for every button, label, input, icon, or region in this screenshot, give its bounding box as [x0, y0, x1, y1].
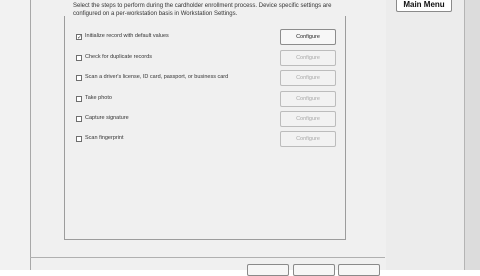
step-label: Check for duplicate records: [85, 54, 152, 60]
configure-button-fingerprint[interactable]: Configure: [280, 131, 336, 147]
step-checkbox-duplicates[interactable]: [76, 55, 82, 61]
configure-button-signature[interactable]: Configure: [280, 111, 336, 127]
enrollment-description: Select the steps to perform during the c…: [73, 3, 332, 17]
step-label: Initialize record with default values: [85, 33, 169, 39]
right-scroll-strip: [464, 0, 480, 270]
step-checkbox-fingerprint[interactable]: [76, 136, 82, 142]
step-checkbox-photo[interactable]: [76, 96, 82, 102]
step-label: Scan fingerprint: [85, 135, 124, 141]
step-label: Scan a driver's license, ID card, passpo…: [85, 74, 229, 80]
step-row-initialize: ✓ Initialize record with default values …: [73, 29, 338, 45]
main-menu-button[interactable]: Main Menu: [396, 0, 452, 12]
step-label: Take photo: [85, 95, 112, 101]
step-row-signature: Capture signature Configure: [73, 111, 338, 127]
step-row-duplicates: Check for duplicate records Configure: [73, 50, 338, 66]
step-row-fingerprint: Scan fingerprint Configure: [73, 131, 338, 147]
configure-button-initialize[interactable]: Configure: [280, 29, 336, 45]
step-checkbox-scan-id[interactable]: [76, 75, 82, 81]
step-checkbox-signature[interactable]: [76, 116, 82, 122]
step-checkbox-initialize[interactable]: ✓: [76, 34, 82, 40]
step-label: Capture signature: [85, 115, 129, 121]
footer-button-2[interactable]: [293, 264, 335, 276]
step-row-scan-id: Scan a driver's license, ID card, passpo…: [73, 70, 338, 86]
step-row-photo: Take photo Configure: [73, 91, 338, 107]
footer-button-3[interactable]: [338, 264, 380, 276]
configure-button-photo[interactable]: Configure: [280, 91, 336, 107]
footer-button-1[interactable]: [247, 264, 289, 276]
configure-button-duplicates[interactable]: Configure: [280, 50, 336, 66]
configure-button-scan-id[interactable]: Configure: [280, 70, 336, 86]
left-panel: [0, 0, 30, 270]
footer-divider: [30, 257, 385, 258]
